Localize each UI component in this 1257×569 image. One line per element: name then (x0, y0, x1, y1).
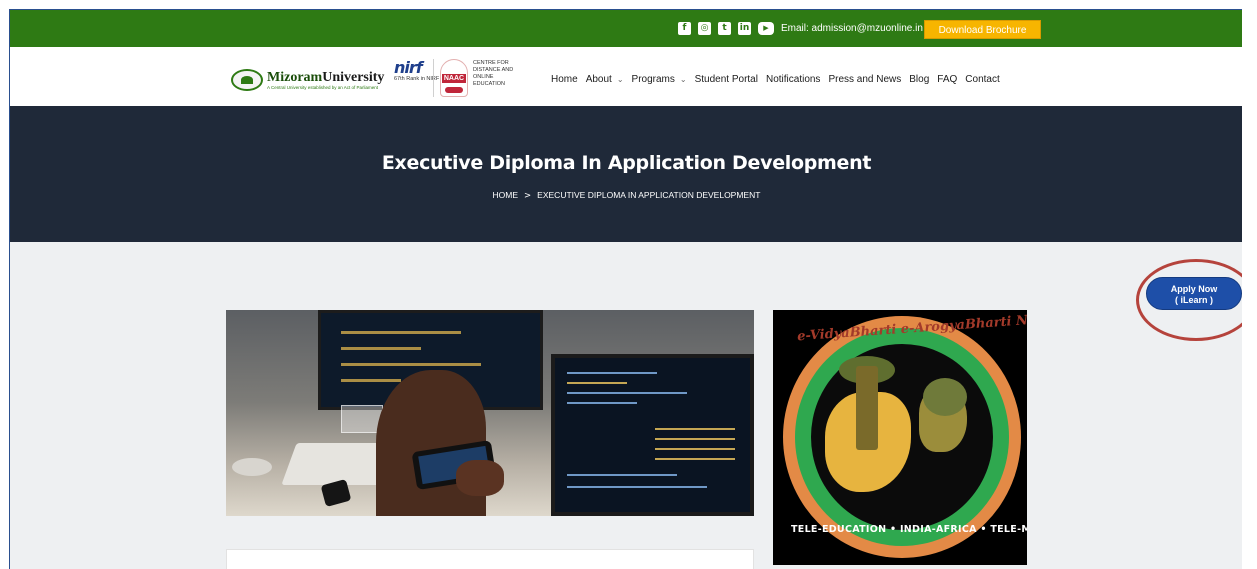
youtube-icon[interactable]: ▶ (758, 22, 774, 35)
highlight-annotation (1136, 259, 1242, 341)
chevron-down-icon: ⌄ (679, 75, 687, 84)
nav-student-portal[interactable]: Student Portal (695, 74, 758, 85)
top-bar: f ◎ t in ▶ Email: admission@mzuonline.in… (10, 10, 1242, 47)
breadcrumb-separator-icon: > (524, 191, 532, 201)
naac-grade-badge (445, 87, 463, 93)
nirf-logo: nirf 67th Rank in NIRF 2020 (394, 58, 454, 83)
university-emblem-icon (231, 69, 263, 91)
mizoram-university-logo[interactable]: MizoramUniversity A Central University e… (231, 66, 391, 94)
instagram-icon[interactable]: ◎ (698, 22, 711, 35)
breadcrumb-home[interactable]: HOME (493, 190, 519, 200)
site-header: MizoramUniversity A Central University e… (10, 47, 1242, 106)
nav-home[interactable]: Home (551, 74, 578, 85)
contact-email[interactable]: Email: admission@mzuonline.in (781, 22, 923, 35)
page-title: Executive Diploma In Application Develop… (381, 152, 872, 174)
nav-about[interactable]: About ⌄ (586, 74, 624, 85)
chevron-down-icon: ⌄ (616, 75, 624, 84)
nirf-rank-text: 67th Rank in NIRF 2020 (394, 76, 454, 82)
cdoe-label: CENTRE FOR DISTANCE AND ONLINE EDUCATION (473, 60, 514, 87)
program-hero-image (226, 310, 754, 516)
breadcrumb-current: EXECUTIVE DIPLOMA IN APPLICATION DEVELOP… (537, 190, 761, 200)
social-links: f ◎ t in ▶ (678, 22, 774, 35)
facebook-icon[interactable]: f (678, 22, 691, 35)
nav-press-and-news[interactable]: Press and News (828, 74, 901, 85)
university-name: MizoramUniversity (267, 69, 385, 85)
nav-contact[interactable]: Contact (965, 74, 999, 85)
program-info-card (226, 549, 754, 569)
logo-divider (433, 59, 434, 97)
linkedin-icon[interactable]: in (738, 22, 751, 35)
nav-blog[interactable]: Blog (909, 74, 929, 85)
laptop-shape (551, 354, 754, 516)
nav-programs[interactable]: Programs ⌄ (632, 74, 687, 85)
university-tagline: A Central University established by an A… (267, 84, 379, 90)
breadcrumb: HOME > EXECUTIVE DIPLOMA IN APPLICATION DE… (10, 190, 1242, 201)
naac-logo: NAAC (440, 59, 468, 97)
page-banner: Executive Diploma In Application Develop… (10, 106, 1242, 242)
nav-notifications[interactable]: Notifications (766, 74, 820, 85)
browser-viewport: f ◎ t in ▶ Email: admission@mzuonline.in… (9, 9, 1242, 569)
download-brochure-button[interactable]: Download Brochure (924, 20, 1041, 39)
twitter-icon[interactable]: t (718, 22, 731, 35)
main-nav: Home About ⌄ Programs ⌄ Student Portal Not… (551, 74, 1008, 85)
tree-icon (856, 366, 878, 450)
network-logo-bottom-text: TELE-EDUCATION • INDIA-AFRICA • TELE-MED… (791, 524, 1027, 535)
e-vidyabharti-network-logo: e-VidyaBharti e-ArogyaBharti Network Pro… (773, 310, 1027, 565)
nav-faq[interactable]: FAQ (937, 74, 957, 85)
